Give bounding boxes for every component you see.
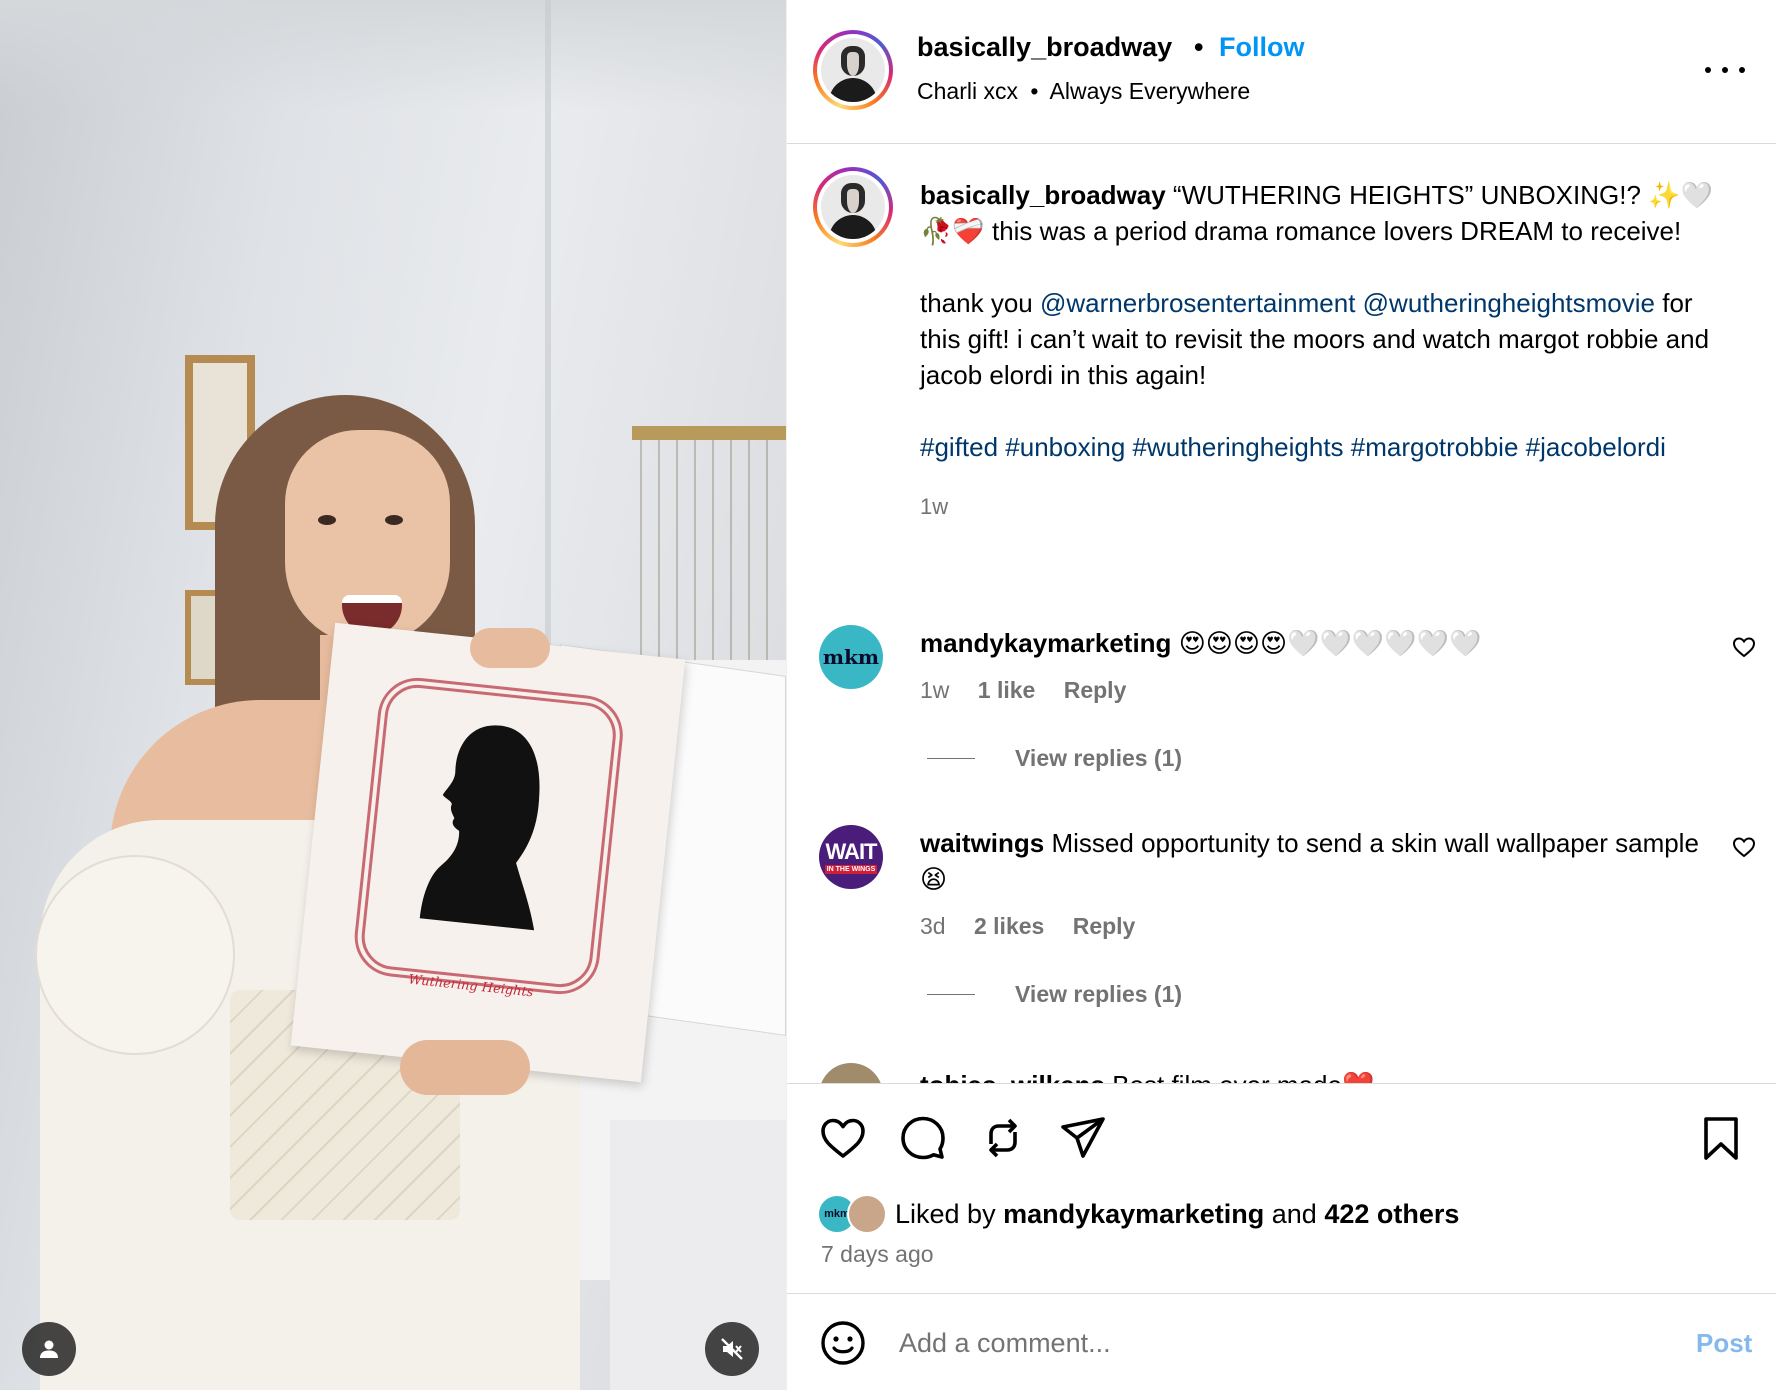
- person-hand: [470, 628, 550, 668]
- reply-button[interactable]: Reply: [1064, 677, 1127, 703]
- author-username[interactable]: basically_broadway: [917, 32, 1172, 63]
- comment-composer: Post: [787, 1293, 1776, 1390]
- comment-body: mandykaymarketing 😍😍😍😍🤍🤍🤍🤍🤍🤍: [920, 625, 1700, 661]
- comment-meta: 1w 1 like Reply: [920, 677, 1148, 704]
- liked-by-avatars[interactable]: mkm: [817, 1194, 889, 1234]
- share-send-icon[interactable]: [1059, 1114, 1107, 1162]
- audio-title[interactable]: Always Everywhere: [1050, 78, 1251, 104]
- person-eye: [318, 515, 336, 525]
- liked-by-user[interactable]: mandykaymarketing: [1003, 1199, 1264, 1230]
- caption-thanks: thank you: [920, 288, 1033, 318]
- avatar-logo-subtext: IN THE WINGS: [824, 864, 878, 874]
- silhouette-card: Wuthering Heights: [290, 622, 686, 1083]
- more-dot: [1705, 67, 1711, 73]
- audio-artist[interactable]: Charli xcx: [917, 78, 1018, 104]
- side-table: [610, 1120, 786, 1390]
- comment-time[interactable]: 1w: [920, 677, 949, 703]
- dress-sleeve: [35, 855, 235, 1055]
- replies-line: [927, 758, 975, 759]
- replies-line: [927, 994, 975, 995]
- comment-input[interactable]: [899, 1319, 1659, 1367]
- emoji-icon[interactable]: [819, 1319, 867, 1367]
- avatar-logo-text: WAIT: [825, 838, 878, 864]
- commenter-avatar[interactable]: [819, 1063, 883, 1083]
- liked-by: mkm Liked by mandykaymarketing and 422 o…: [817, 1194, 1459, 1234]
- comment-meta: 3d 2 likes Reply: [920, 913, 1157, 940]
- separator-dot: •: [1030, 78, 1039, 104]
- commenter-avatar[interactable]: WAIT IN THE WINGS: [819, 825, 883, 889]
- liked-by-and: and: [1271, 1198, 1317, 1229]
- repost-icon[interactable]: [979, 1114, 1027, 1162]
- follow-button[interactable]: Follow: [1219, 32, 1304, 63]
- person-eye: [385, 515, 403, 525]
- likes-count[interactable]: 422 others: [1324, 1199, 1459, 1230]
- like-comment-heart-icon[interactable]: [1732, 835, 1756, 859]
- caption-username[interactable]: basically_broadway: [920, 180, 1166, 210]
- post-actions: mkm Liked by mandykaymarketing and 422 o…: [787, 1083, 1776, 1293]
- like-heart-icon[interactable]: [819, 1114, 867, 1162]
- jewelry-hooks: [640, 440, 780, 660]
- like-comment-heart-icon[interactable]: [1732, 635, 1756, 659]
- speaker-muted-icon: [721, 1338, 743, 1360]
- commenter-username[interactable]: mandykaymarketing: [920, 628, 1171, 658]
- silhouette-portrait: [419, 725, 540, 931]
- comments-scroll-area[interactable]: basically_broadway “WUTHERING HEIGHTS” U…: [787, 145, 1776, 1083]
- post-media[interactable]: Wuthering Heights: [0, 0, 786, 1390]
- liker-avatar: [847, 1194, 887, 1234]
- comment-text: Best film ever made❤️: [1112, 1070, 1374, 1083]
- caption-author-avatar[interactable]: [813, 167, 893, 247]
- post-header: basically_broadway • Follow Charli xcx •…: [787, 0, 1776, 144]
- liked-by-prefix: Liked by: [895, 1198, 996, 1229]
- caption-timestamp[interactable]: 1w: [920, 489, 1740, 525]
- separator-dot: •: [1194, 32, 1204, 62]
- view-replies-label: View replies (1): [1015, 745, 1183, 771]
- comment-likes[interactable]: 1 like: [978, 677, 1036, 703]
- reply-button[interactable]: Reply: [1073, 913, 1136, 939]
- more-options-button[interactable]: [1705, 55, 1745, 85]
- view-replies-button[interactable]: View replies (1): [927, 981, 1182, 1008]
- tagged-users-button[interactable]: [22, 1322, 76, 1376]
- comment-likes[interactable]: 2 likes: [974, 913, 1044, 939]
- comment-text: 😍😍😍😍🤍🤍🤍🤍🤍🤍: [1178, 628, 1482, 658]
- more-dot: [1722, 67, 1728, 73]
- mention-link[interactable]: @wutheringheightsmovie: [1363, 288, 1655, 318]
- view-replies-label: View replies (1): [1015, 981, 1183, 1007]
- view-replies-button[interactable]: View replies (1): [927, 745, 1182, 772]
- hashtag-links[interactable]: #gifted #unboxing #wutheringheights #mar…: [920, 432, 1666, 462]
- audio-info[interactable]: Charli xcx • Always Everywhere: [917, 78, 1250, 105]
- person-icon: [40, 1340, 58, 1358]
- comment-bubble-icon[interactable]: [899, 1114, 947, 1162]
- commenter-username[interactable]: tobias_wilkens: [920, 1070, 1105, 1083]
- avatar-logo-text: mkm: [822, 645, 880, 669]
- more-dot: [1739, 67, 1745, 73]
- ceiling: [0, 0, 786, 110]
- commenter-username[interactable]: waitwings: [920, 828, 1044, 858]
- person-hand: [400, 1040, 530, 1095]
- save-bookmark-icon[interactable]: [1697, 1114, 1745, 1162]
- wall-shelf: [632, 426, 786, 440]
- mention-link[interactable]: @warnerbrosentertainment: [1040, 288, 1355, 318]
- mute-button[interactable]: [705, 1322, 759, 1376]
- post-caption: basically_broadway “WUTHERING HEIGHTS” U…: [920, 177, 1740, 525]
- comment-time[interactable]: 3d: [920, 913, 946, 939]
- post-timestamp[interactable]: 7 days ago: [821, 1241, 934, 1268]
- commenter-avatar[interactable]: mkm: [819, 625, 883, 689]
- post-detail-panel: basically_broadway • Follow Charli xcx •…: [786, 0, 1776, 1390]
- author-avatar[interactable]: [813, 30, 893, 110]
- post-comment-button[interactable]: Post: [1696, 1328, 1752, 1359]
- comment-body: tobias_wilkens Best film ever made❤️: [920, 1067, 1700, 1083]
- comment-body: waitwings Missed opportunity to send a s…: [920, 825, 1700, 897]
